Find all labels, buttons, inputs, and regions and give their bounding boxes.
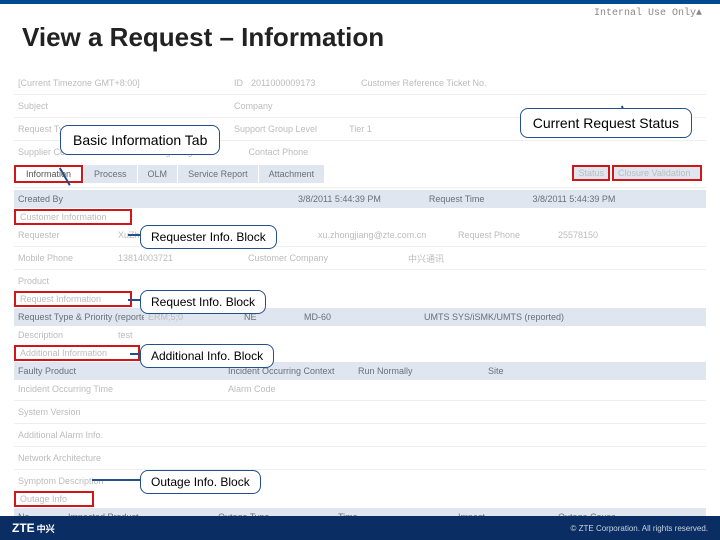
tab-olm[interactable]: OLM xyxy=(138,165,178,183)
tab-attachment[interactable]: Attachment xyxy=(259,165,325,183)
callout-request-info: Request Info. Block xyxy=(140,290,266,314)
section-customer-info[interactable]: Customer Information xyxy=(14,209,132,225)
timezone: [Current Timezone GMT+8:00] xyxy=(14,77,144,89)
created-value: 3/8/2011 5:44:39 PM xyxy=(294,193,385,205)
callout-current-status: Current Request Status xyxy=(520,108,692,138)
faulty-product-label: Faulty Product xyxy=(14,365,114,377)
id-value: 2011000009173 xyxy=(247,77,357,89)
request-time-label: Request Time xyxy=(425,193,489,205)
tab-process[interactable]: Process xyxy=(84,165,137,183)
internal-use-label: Internal Use Only▲ xyxy=(594,8,702,19)
description-label: Description xyxy=(14,329,94,341)
product-label: Product xyxy=(14,275,94,287)
section-additional-info[interactable]: Additional Information xyxy=(14,345,140,361)
request-phone-value: 25578150 xyxy=(554,229,602,241)
logo: ZTE中兴 xyxy=(12,521,55,535)
network-arch-label: Network Architecture xyxy=(14,452,144,464)
page-title: View a Request – Information xyxy=(22,22,720,53)
callout-additional-info: Additional Info. Block xyxy=(140,344,274,368)
req-type-prio-label: Request Type & Priority (reported) xyxy=(14,311,144,323)
mobile-label: Mobile Phone xyxy=(14,252,94,264)
request-time-value: 3/8/2011 5:44:39 PM xyxy=(528,193,619,205)
copyright: © ZTE Corporation. All rights reserved. xyxy=(571,524,709,533)
customer-ref-label: Customer Reference Ticket No. xyxy=(357,77,487,89)
section-outage-info[interactable]: Outage Info xyxy=(14,491,94,507)
created-by-label: Created By xyxy=(14,193,94,205)
ne-value: MD-60 xyxy=(300,311,360,323)
id-label: ID xyxy=(230,77,247,89)
incident-time-label: Incident Occurring Time xyxy=(14,383,144,395)
additional-alarm-label: Additional Alarm Info. xyxy=(14,429,144,441)
umts-value: UMTS SYS/iSMK/UMTS (reported) xyxy=(420,311,568,323)
system-version-label: System Version xyxy=(14,406,114,418)
company-label: Company xyxy=(230,100,277,112)
tier1-value: Tier 1 xyxy=(345,123,376,135)
callout-outage-info: Outage Info. Block xyxy=(140,470,261,494)
status-header: Status xyxy=(572,165,610,181)
requester-label: Requester xyxy=(14,229,94,241)
symptom-label: Symptom Description xyxy=(14,475,144,487)
mobile-value: 13814003721 xyxy=(114,252,214,264)
tab-information[interactable]: Information xyxy=(14,165,83,183)
callout-basic-info: Basic Information Tab xyxy=(60,125,220,155)
request-phone-label: Request Phone xyxy=(454,229,534,241)
closure-header: Closure Validation xyxy=(612,165,702,181)
customer-company-value: 中兴通讯 xyxy=(404,251,448,266)
subject-label: Subject xyxy=(14,100,94,112)
alarm-code-label: Alarm Code xyxy=(224,383,280,395)
callout-requester-info: Requester Info. Block xyxy=(140,225,277,249)
tab-service-report[interactable]: Service Report xyxy=(178,165,258,183)
footer: ZTE中兴 © ZTE Corporation. All rights rese… xyxy=(0,516,720,540)
section-request-info[interactable]: Request Information xyxy=(14,291,132,307)
description-value: test xyxy=(114,329,137,341)
site-label: Site xyxy=(484,365,508,377)
support-level-label: Support Group Level xyxy=(230,123,321,135)
customer-company-label: Customer Company xyxy=(244,252,344,264)
email-value: xu.zhongjiang@zte.com.cn xyxy=(314,229,444,241)
run-normally-value: Run Normally xyxy=(354,365,434,377)
contact-phone-label: Contact Phone xyxy=(245,146,313,158)
